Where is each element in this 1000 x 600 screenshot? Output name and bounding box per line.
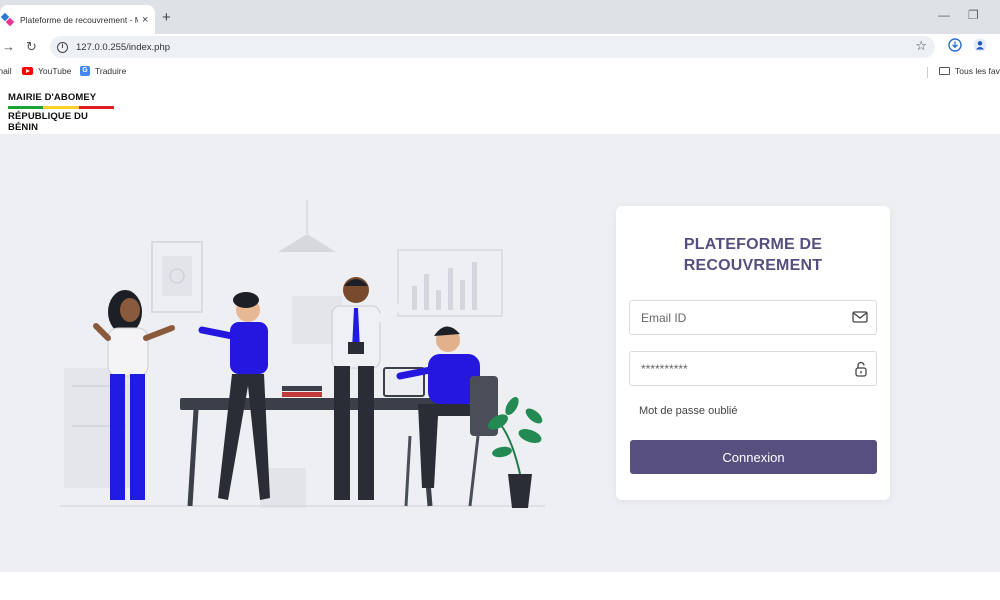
new-tab-icon[interactable]: +: [162, 9, 171, 26]
bookmark-mail[interactable]: mail: [0, 66, 12, 76]
benin-flag-stripe: [8, 106, 114, 109]
bookmark-star-icon[interactable]: ☆: [915, 38, 927, 54]
bookmarks-folder-all[interactable]: Tous les favoris: [939, 66, 1000, 76]
brand-subtitle: RÉPUBLIQUE DU BÉNIN: [8, 111, 88, 133]
bookmarks-bar: mail YouTube G Traduire Tous les favoris: [0, 62, 1000, 82]
login-card: PLATEFORME DE RECOUVREMENT Mot de passe …: [616, 206, 890, 500]
login-button[interactable]: Connexion: [630, 440, 877, 474]
brand-title: MAIRIE D'ABOMEY: [8, 92, 97, 103]
translate-icon: G: [80, 66, 90, 76]
site-favicon-icon: [0, 12, 15, 26]
minimize-icon[interactable]: —: [938, 8, 950, 22]
bookmark-youtube[interactable]: YouTube: [22, 66, 71, 76]
restore-icon[interactable]: ❐: [968, 8, 979, 22]
email-field[interactable]: [629, 300, 877, 335]
tab-close-icon[interactable]: ×: [142, 14, 148, 26]
bookmark-translate[interactable]: G Traduire: [80, 66, 126, 76]
download-icon[interactable]: [948, 38, 962, 52]
bookmarks-divider: [927, 67, 928, 78]
password-input[interactable]: [630, 352, 840, 385]
profile-avatar-icon[interactable]: [973, 38, 987, 52]
password-field[interactable]: [629, 351, 877, 386]
address-url: 127.0.0.255/index.php: [76, 41, 171, 53]
bookmark-label: YouTube: [38, 66, 72, 76]
tab-title: Plateforme de recouvrement - M: [20, 14, 138, 25]
browser-window: Plateforme de recouvrement - M × + — ❐ →…: [0, 0, 1000, 600]
site-logo[interactable]: MAIRIE D'ABOMEY RÉPUBLIQUE DU BÉNIN: [8, 92, 114, 133]
site-header: MAIRIE D'ABOMEY RÉPUBLIQUE DU BÉNIN: [0, 82, 1000, 134]
email-input[interactable]: [630, 301, 840, 334]
envelope-icon: [852, 311, 868, 323]
bookmark-label: mail: [0, 66, 12, 76]
forward-arrow-icon[interactable]: →: [2, 39, 15, 54]
site-info-icon[interactable]: i: [57, 41, 68, 53]
team-meeting-illustration: [60, 200, 545, 508]
folder-icon: [939, 67, 950, 75]
unlock-icon: [855, 361, 867, 377]
browser-tab-active[interactable]: Plateforme de recouvrement - M ×: [0, 5, 155, 34]
youtube-icon: [22, 67, 33, 75]
bookmark-label: Traduire: [95, 66, 127, 76]
login-title: PLATEFORME DE RECOUVREMENT: [683, 236, 823, 274]
browser-toolbar: → ↻ i 127.0.0.255/index.php ☆: [0, 34, 1000, 60]
bookmarks-folder-label: Tous les favoris: [955, 66, 1000, 76]
tab-bar: Plateforme de recouvrement - M × + — ❐: [0, 0, 1000, 34]
address-bar[interactable]: i 127.0.0.255/index.php ☆: [50, 36, 935, 58]
page-footer: [0, 572, 1000, 600]
forgot-password-link[interactable]: Mot de passe oublié: [639, 405, 737, 417]
reload-icon[interactable]: ↻: [26, 39, 37, 55]
